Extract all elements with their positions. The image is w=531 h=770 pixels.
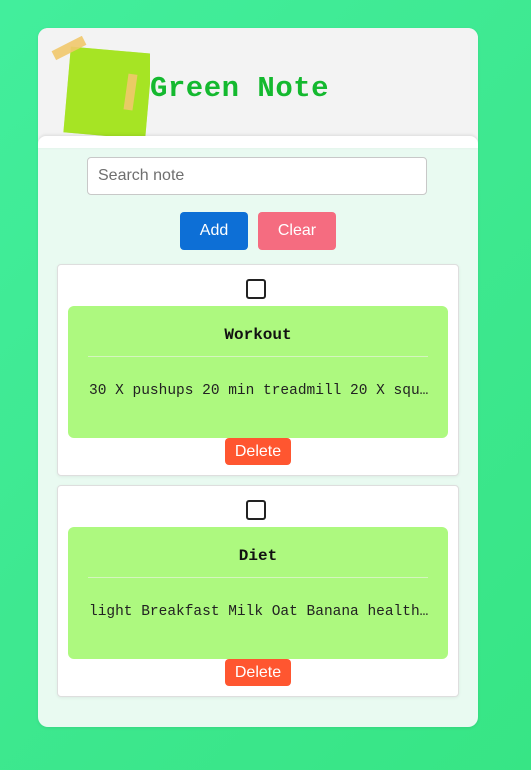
note-body: light Breakfast Milk Oat Banana healthy … <box>89 604 429 620</box>
app-container: Green Note Add Clear Workout 30 X pushup… <box>38 28 478 727</box>
clear-button[interactable]: Clear <box>258 212 336 250</box>
note-card: Diet light Breakfast Milk Oat Banana hea… <box>57 485 459 697</box>
content-panel-top <box>38 136 478 148</box>
note-divider <box>88 356 428 357</box>
header: Green Note <box>38 28 478 146</box>
note-title: Diet <box>238 547 278 565</box>
search-input[interactable] <box>87 157 427 195</box>
note-card: Workout 30 X pushups 20 min treadmill 20… <box>57 264 459 476</box>
add-button[interactable]: Add <box>180 212 248 250</box>
note-divider <box>88 577 428 578</box>
note-content: Diet light Breakfast Milk Oat Banana hea… <box>68 527 448 659</box>
delete-button[interactable]: Delete <box>225 438 291 465</box>
note-content: Workout 30 X pushups 20 min treadmill 20… <box>68 306 448 438</box>
delete-button[interactable]: Delete <box>225 659 291 686</box>
note-checkbox[interactable] <box>246 279 266 299</box>
note-title: Workout <box>224 326 292 344</box>
note-body: 30 X pushups 20 min treadmill 20 X squat… <box>89 383 429 399</box>
app-title: Green Note <box>150 72 330 105</box>
note-checkbox[interactable] <box>246 500 266 520</box>
sticky-note-logo <box>51 36 150 140</box>
